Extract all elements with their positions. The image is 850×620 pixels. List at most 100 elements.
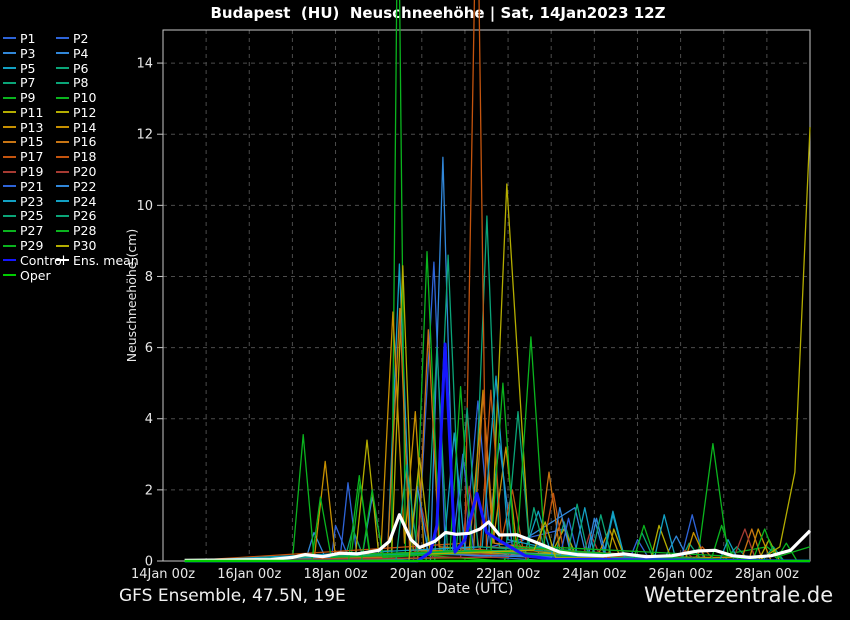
legend-label: P11 xyxy=(20,105,43,120)
series-legend: P1 P2 P3 P4 P5 P6 P7 P8 P9 P10 P11 xyxy=(3,31,139,283)
legend-label: P13 xyxy=(20,120,43,135)
x-tick-label: 24Jan 00z xyxy=(562,567,626,582)
series-line-p24 xyxy=(185,376,810,561)
legend-label: P7 xyxy=(20,75,36,90)
legend-label: P17 xyxy=(20,149,43,164)
series-line-p2 xyxy=(185,401,810,561)
x-tick-label: 16Jan 00z xyxy=(217,567,281,582)
series-line-p8 xyxy=(185,255,810,561)
legend-item: P4 xyxy=(56,46,139,61)
legend-label: P29 xyxy=(20,238,43,253)
legend-item: P11 xyxy=(3,105,56,120)
legend-item: Control xyxy=(3,253,56,268)
legend-item: P20 xyxy=(56,164,139,179)
series-line-p20 xyxy=(185,486,810,561)
x-axis-title: Date (UTC) xyxy=(437,581,514,597)
legend-color-swatch xyxy=(3,274,16,276)
legend-label: P20 xyxy=(73,164,96,179)
legend-item: P5 xyxy=(3,61,56,76)
legend-item: P22 xyxy=(56,179,139,194)
legend-item: P21 xyxy=(3,179,56,194)
legend-item: P18 xyxy=(56,149,139,164)
legend-color-swatch xyxy=(56,97,69,99)
x-tick-label: 14Jan 00z xyxy=(131,567,195,582)
legend-label: P9 xyxy=(20,90,36,105)
legend-item: P14 xyxy=(56,120,139,135)
legend-label: P22 xyxy=(73,179,96,194)
legend-item: P19 xyxy=(3,164,56,179)
legend-item: P2 xyxy=(56,31,139,46)
legend-item: P30 xyxy=(56,238,139,253)
series-line-ens-mean xyxy=(185,515,810,561)
legend-item: P7 xyxy=(3,75,56,90)
legend-label: P14 xyxy=(73,120,96,135)
series-line-p25 xyxy=(185,412,810,561)
legend-label: P12 xyxy=(73,105,96,120)
legend-item: P6 xyxy=(56,61,139,76)
series-line-p10 xyxy=(185,252,810,561)
y-tick-label: 0 xyxy=(145,555,153,570)
y-tick-label: 6 xyxy=(145,341,153,356)
legend-color-swatch xyxy=(3,156,16,158)
legend-item: P10 xyxy=(56,90,139,105)
legend-color-swatch xyxy=(3,200,16,202)
legend-label: P21 xyxy=(20,179,43,194)
legend-color-swatch xyxy=(56,185,69,187)
series-line-p7 xyxy=(185,348,810,561)
legend-color-swatch xyxy=(56,82,69,84)
legend-label: P8 xyxy=(73,75,89,90)
x-tick-label: 18Jan 00z xyxy=(303,567,367,582)
legend-item: P25 xyxy=(3,209,56,224)
series-line-p28 xyxy=(185,383,810,561)
legend-item: P12 xyxy=(56,105,139,120)
series-line-p26 xyxy=(185,408,810,561)
series-line-p5 xyxy=(185,264,810,561)
legend-color-swatch xyxy=(3,141,16,143)
legend-label: P5 xyxy=(20,61,36,76)
legend-color-swatch xyxy=(56,52,69,54)
series-line-control xyxy=(185,344,810,561)
legend-label: P23 xyxy=(20,194,43,209)
series-line-p15 xyxy=(185,309,810,562)
x-tick-label: 26Jan 00z xyxy=(649,567,713,582)
legend-item: P8 xyxy=(56,75,139,90)
legend-color-swatch xyxy=(3,215,16,217)
series-line-p21 xyxy=(185,454,810,561)
x-tick-label: 22Jan 00z xyxy=(476,567,540,582)
legend-color-swatch xyxy=(3,230,16,232)
legend-item: P1 xyxy=(3,31,56,46)
legend-label: P4 xyxy=(73,46,89,61)
legend-label: P25 xyxy=(20,208,43,223)
legend-label: P28 xyxy=(73,223,96,238)
legend-label: P15 xyxy=(20,134,43,149)
series-line-p11 xyxy=(185,266,810,561)
legend-item: Oper xyxy=(3,268,56,283)
series-line-p12 xyxy=(185,184,810,561)
y-tick-label: 2 xyxy=(145,483,153,498)
legend-item: P9 xyxy=(3,90,56,105)
legend-label: P27 xyxy=(20,223,43,238)
ensemble-chart-page: Budapest (HU) Neuschneehöhe | Sat, 14Jan… xyxy=(0,0,850,620)
legend-color-swatch xyxy=(56,171,69,173)
series-line-p18 xyxy=(185,390,810,561)
x-tick-label: 20Jan 00z xyxy=(390,567,454,582)
legend-label: P3 xyxy=(20,46,36,61)
legend-item: P16 xyxy=(56,135,139,150)
legend-color-swatch xyxy=(3,259,16,261)
y-tick-label: 14 xyxy=(136,57,153,72)
plot-border xyxy=(163,30,810,561)
model-location-label: GFS Ensemble, 47.5N, 19E xyxy=(119,586,346,606)
series-line-p4 xyxy=(185,444,810,561)
series-line-p23 xyxy=(185,433,810,561)
legend-label: P24 xyxy=(73,194,96,209)
legend-color-swatch xyxy=(56,156,69,158)
legend-color-swatch xyxy=(3,67,16,69)
legend-color-swatch xyxy=(56,37,69,39)
series-line-p6 xyxy=(185,216,810,561)
y-tick-label: 8 xyxy=(145,270,153,285)
legend-item: P28 xyxy=(56,223,139,238)
y-tick-label: 10 xyxy=(136,199,153,214)
legend-item: P3 xyxy=(3,46,56,61)
legend-color-swatch xyxy=(3,126,16,128)
legend-color-swatch xyxy=(3,37,16,39)
